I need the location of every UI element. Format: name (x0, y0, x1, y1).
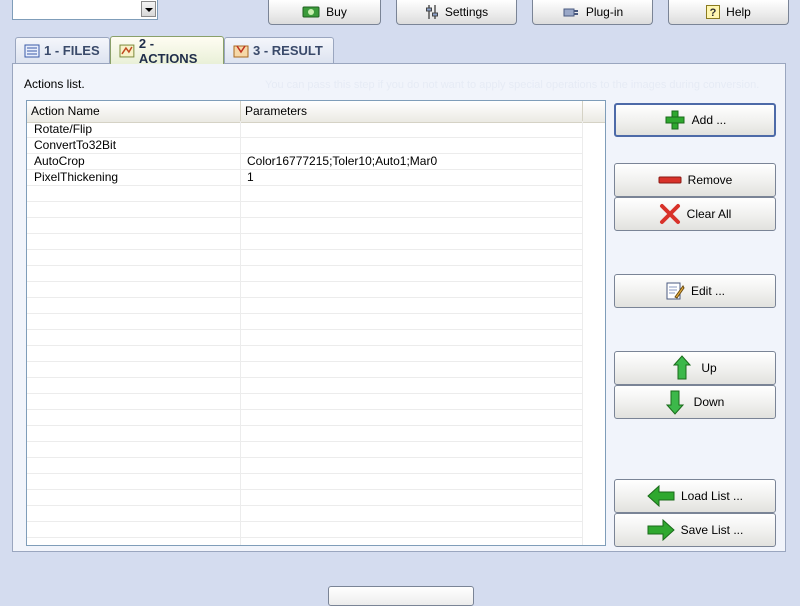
empty-row (27, 186, 582, 202)
action-name-cell: PixelThickening (34, 170, 119, 184)
add-label: Add ... (691, 113, 727, 127)
panel-hint: You can pass this step if you do not wan… (265, 79, 760, 91)
save-list-button[interactable]: Save List ... (614, 513, 776, 547)
clear-all-button[interactable]: Clear All (614, 197, 776, 231)
tab-actions-label: 2 - ACTIONS (138, 35, 198, 66)
help-label: Help (726, 5, 751, 19)
add-action-button[interactable]: Add ... (614, 103, 776, 137)
table-row[interactable]: ConvertTo32Bit (27, 138, 582, 154)
tab-result-label: 3 - RESULT (253, 43, 323, 58)
empty-row (27, 442, 582, 458)
parameters-cell (241, 138, 587, 153)
edit-action-button[interactable]: Edit ... (614, 274, 776, 308)
empty-row (27, 458, 582, 474)
help-button[interactable]: ? Help (668, 0, 789, 25)
profile-combo[interactable] (12, 0, 158, 20)
plus-icon (665, 110, 685, 130)
clear-label: Clear All (686, 207, 732, 221)
edit-label: Edit ... (690, 284, 725, 298)
next-step-button[interactable] (328, 586, 474, 606)
empty-row (27, 250, 582, 266)
arrow-down-icon (665, 390, 684, 415)
table-row[interactable]: Rotate/Flip (27, 122, 582, 138)
tab-result[interactable]: 3 - RESULT (224, 37, 334, 63)
empty-row (27, 298, 582, 314)
empty-row (27, 218, 582, 234)
column-header-parameters[interactable]: Parameters (241, 101, 583, 121)
sliders-icon (425, 5, 438, 19)
result-icon (233, 45, 249, 57)
table-row[interactable]: PixelThickening 1 (27, 170, 582, 186)
action-name-cell: ConvertTo32Bit (34, 138, 117, 152)
settings-button[interactable]: Settings (396, 0, 517, 25)
settings-label: Settings (444, 5, 489, 19)
edit-icon (666, 282, 685, 300)
empty-row (27, 330, 582, 346)
empty-row (27, 394, 582, 410)
files-icon (24, 44, 40, 57)
empty-row (27, 266, 582, 282)
empty-row (27, 506, 582, 522)
empty-row (27, 474, 582, 490)
buy-button[interactable]: Buy (268, 0, 381, 25)
plugin-button[interactable]: Plug-in (532, 0, 653, 25)
actions-icon (119, 44, 135, 57)
arrow-up-icon (673, 355, 692, 380)
tab-files-label: 1 - FILES (44, 43, 100, 58)
cross-icon (659, 204, 680, 224)
load-label: Load List ... (680, 489, 744, 503)
panel-title: Actions list. (24, 77, 85, 91)
tab-actions[interactable]: 2 - ACTIONS (110, 35, 224, 66)
empty-row (27, 522, 582, 538)
empty-row (27, 282, 582, 298)
empty-row (27, 234, 582, 250)
parameters-cell (241, 122, 587, 137)
parameters-cell: 1 (247, 170, 254, 184)
move-up-button[interactable]: Up (614, 351, 776, 385)
empty-row (27, 346, 582, 362)
empty-row (27, 538, 582, 545)
tab-files[interactable]: 1 - FILES (15, 37, 110, 63)
remove-label: Remove (687, 173, 733, 187)
svg-text:?: ? (710, 7, 717, 19)
up-label: Up (701, 361, 717, 375)
arrow-right-icon (647, 519, 675, 541)
buy-label: Buy (326, 5, 347, 19)
empty-row (27, 378, 582, 394)
list-header: Action Name Parameters (27, 101, 605, 123)
help-icon: ? (706, 5, 721, 19)
empty-row (27, 426, 582, 442)
save-label: Save List ... (680, 523, 744, 537)
arrow-left-icon (647, 485, 675, 507)
empty-row (27, 410, 582, 426)
list-rows: Rotate/Flip ConvertTo32Bit AutoCrop Color16… (27, 122, 582, 545)
plugin-label: Plug-in (585, 5, 624, 19)
chevron-down-icon[interactable] (141, 1, 156, 17)
empty-row (27, 362, 582, 378)
parameters-cell: Color16777215;Toler10;Auto1;Mar0 (247, 154, 438, 168)
column-header-action-name[interactable]: Action Name (27, 101, 241, 121)
minus-icon (658, 176, 682, 184)
column-divider (582, 122, 583, 545)
actions-list[interactable]: Action Name Parameters Rotate/Flip Conver… (26, 100, 606, 546)
empty-row (27, 202, 582, 218)
load-list-button[interactable]: Load List ... (614, 479, 776, 513)
action-name-cell: AutoCrop (34, 154, 85, 168)
empty-row (27, 490, 582, 506)
move-down-button[interactable]: Down (614, 385, 776, 419)
plugin-icon (563, 8, 578, 17)
action-name-cell: Rotate/Flip (34, 122, 93, 136)
table-row[interactable]: AutoCrop Color16777215;Toler10;Auto1;Mar0 (27, 154, 582, 170)
remove-action-button[interactable]: Remove (614, 163, 776, 197)
down-label: Down (693, 395, 725, 409)
money-icon (302, 6, 320, 18)
empty-row (27, 314, 582, 330)
